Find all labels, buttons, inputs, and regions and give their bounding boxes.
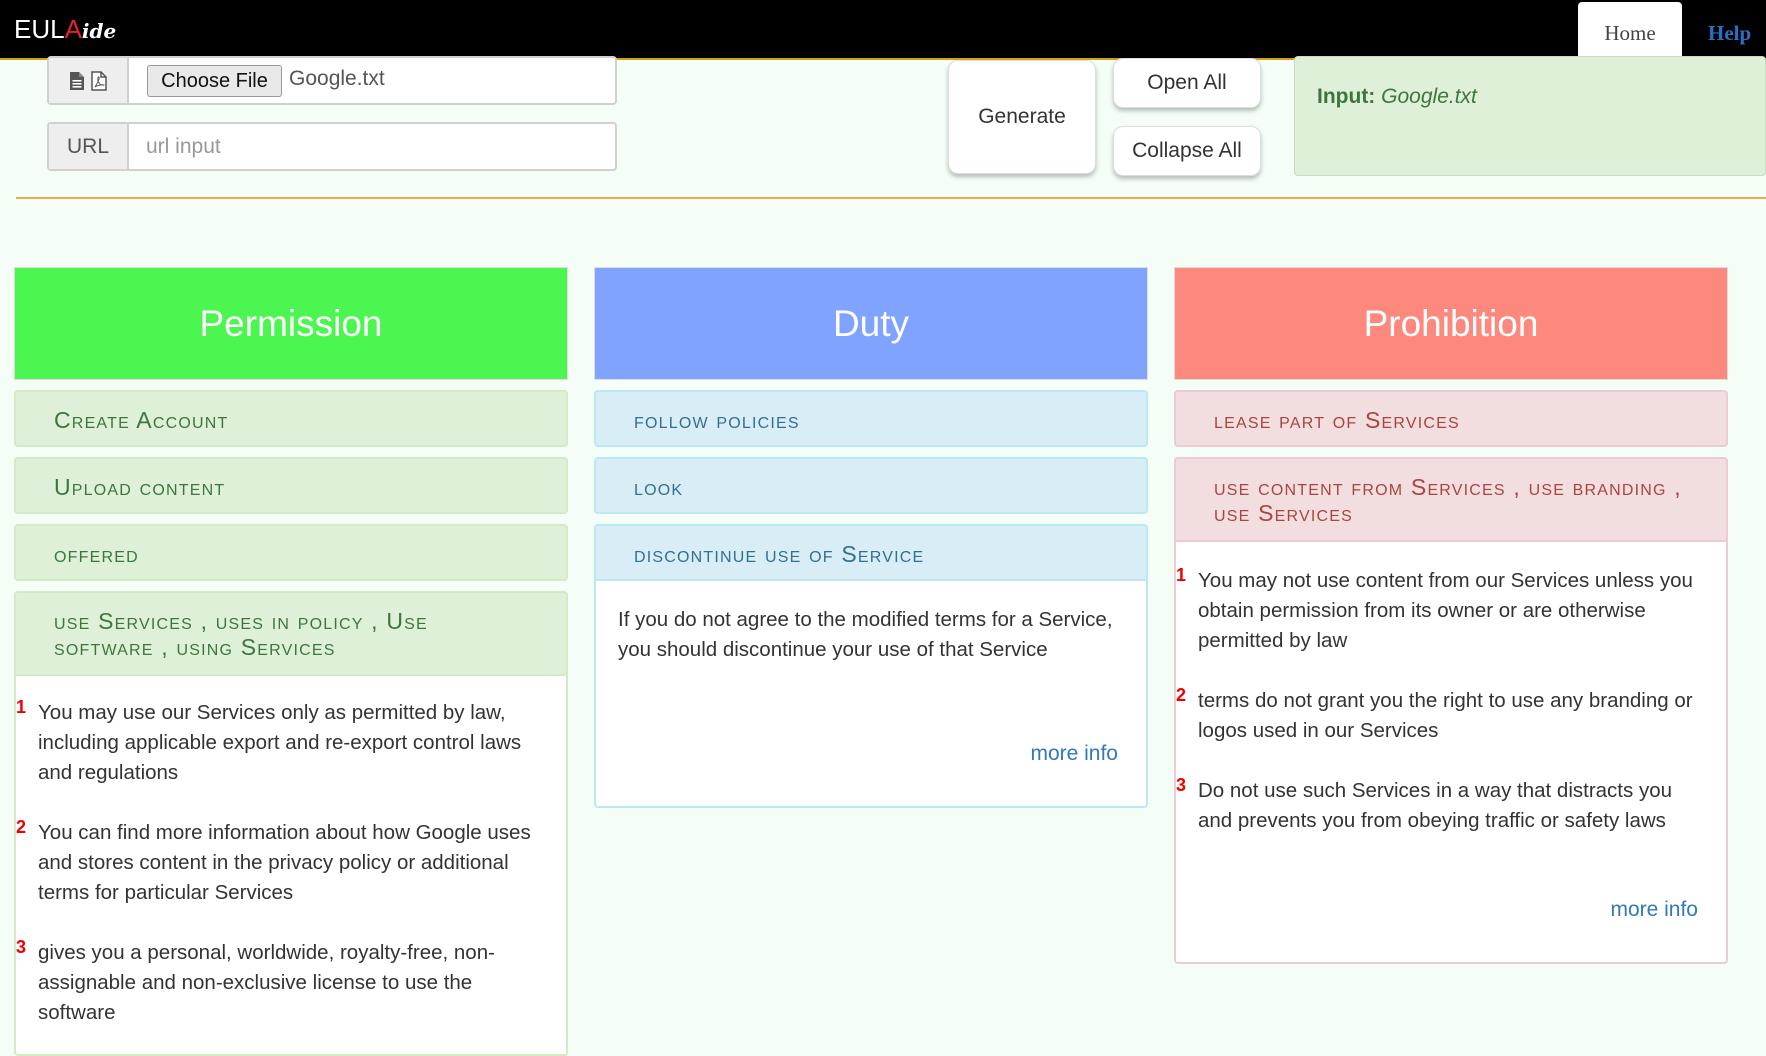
prohibition-item-details: 1 You may not use content from our Servi… — [1174, 542, 1728, 964]
brand-logo[interactable]: EULAide — [14, 14, 116, 46]
prohibition-column: Prohibition lease part of Services use c… — [1174, 267, 1728, 964]
sentence-text: terms do not grant you the right to use … — [1198, 689, 1693, 742]
sentence-number: 1 — [1176, 565, 1187, 585]
url-input[interactable] — [131, 126, 618, 168]
permission-header: Permission — [14, 267, 568, 380]
duty-sentence: If you do not agree to the modified term… — [596, 605, 1146, 665]
sentence-text: Do not use such Services in a way that d… — [1198, 779, 1673, 832]
prohibition-item-use-content[interactable]: use content from Services , use branding… — [1174, 457, 1728, 542]
navbar: EULAide Home Help — [0, 0, 1766, 60]
nav-home-tab[interactable]: Home — [1578, 2, 1682, 60]
duty-item-details: If you do not agree to the modified term… — [594, 581, 1148, 808]
brand-part-2: A — [64, 14, 82, 44]
sentence-number: 3 — [1176, 775, 1187, 795]
pdf-file-icon — [91, 70, 107, 91]
input-info-label: Input: — [1317, 85, 1376, 108]
brand-part-1: EUL — [14, 14, 65, 44]
permission-item-use-services[interactable]: use Services , uses in policy , Use soft… — [14, 591, 568, 676]
duty-item-follow-policies[interactable]: follow policies — [594, 390, 1148, 447]
nav-help-link[interactable]: Help — [1708, 2, 1751, 60]
prohibition-sentence: 2 terms do not grant you the right to us… — [1176, 685, 1726, 746]
duty-header: Duty — [594, 267, 1148, 380]
input-info-panel: Input: Google.txt — [1294, 56, 1766, 176]
prohibition-sentence: 3 Do not use such Services in a way that… — [1176, 775, 1726, 836]
sentence-text: You may not use content from our Service… — [1198, 569, 1693, 652]
url-input-group: URL — [47, 122, 618, 171]
chosen-file-name: Google.txt — [289, 67, 385, 90]
prohibition-item-lease-services[interactable]: lease part of Services — [1174, 390, 1728, 447]
collapse-all-button[interactable]: Collapse All — [1113, 126, 1261, 176]
prohibition-sentence: 1 You may not use content from our Servi… — [1176, 565, 1726, 656]
open-all-button[interactable]: Open All — [1113, 58, 1261, 108]
permission-sentence: 2 You can find more information about ho… — [16, 817, 566, 908]
input-info-text: Input: Google.txt — [1317, 85, 1477, 109]
permission-sentence: 1 You may use our Services only as permi… — [16, 697, 566, 788]
prohibition-more-info-link[interactable]: more info — [1610, 898, 1698, 922]
sentence-text: You can find more information about how … — [38, 821, 531, 904]
input-info-value: Google.txt — [1381, 85, 1477, 108]
sentence-number: 3 — [16, 937, 27, 957]
permission-item-upload-content[interactable]: Upload content — [14, 457, 568, 514]
sentence-text: You may use our Services only as permitt… — [38, 701, 522, 784]
duty-item-discontinue-use[interactable]: discontinue use of Service — [594, 524, 1148, 581]
sentence-number: 2 — [1176, 685, 1187, 705]
permission-item-create-account[interactable]: Create Account — [14, 390, 568, 447]
generate-button[interactable]: Generate — [948, 60, 1096, 174]
url-label: URL — [49, 124, 129, 169]
sentence-text: If you do not agree to the modified term… — [618, 608, 1113, 661]
file-type-addon — [49, 58, 129, 103]
permission-item-offered[interactable]: offered — [14, 524, 568, 581]
text-file-icon — [70, 71, 84, 90]
duty-item-look[interactable]: look — [594, 457, 1148, 514]
sentence-number: 1 — [16, 697, 27, 717]
file-input-group: Choose File Google.txt — [47, 56, 617, 105]
duty-column: Duty follow policies look discontinue us… — [594, 267, 1148, 808]
section-divider — [16, 197, 1766, 199]
choose-file-button[interactable]: Choose File — [147, 65, 282, 97]
permission-column: Permission Create Account Upload content… — [14, 267, 568, 1056]
permission-sentence: 3 gives you a personal, worldwide, royal… — [16, 937, 566, 1028]
permission-item-details: 1 You may use our Services only as permi… — [14, 676, 568, 1056]
sentence-text: gives you a personal, worldwide, royalty… — [38, 941, 495, 1024]
brand-part-3: ide — [81, 19, 117, 43]
sentence-number: 2 — [16, 817, 27, 837]
duty-more-info-link[interactable]: more info — [1030, 742, 1118, 766]
prohibition-header: Prohibition — [1174, 267, 1728, 380]
